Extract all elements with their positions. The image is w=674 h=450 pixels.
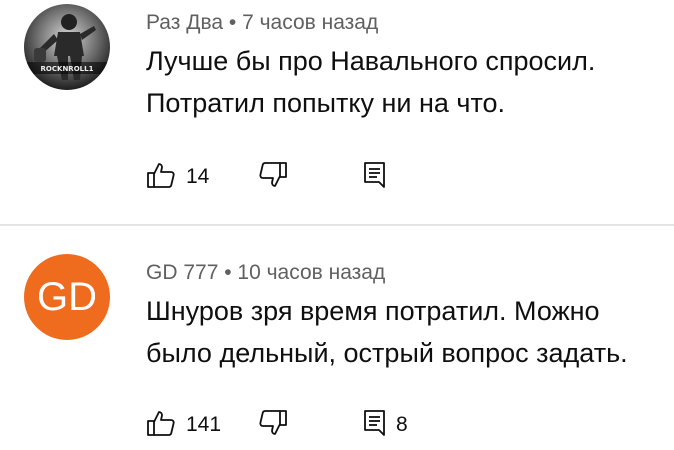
meta-separator: • bbox=[224, 261, 232, 284]
author-name[interactable]: Раз Два bbox=[146, 11, 223, 34]
comment-meta: Раз Два • 7 часов назад bbox=[146, 11, 378, 35]
like-count: 141 bbox=[186, 413, 222, 436]
author-name[interactable]: GD 777 bbox=[146, 261, 218, 284]
comment-time[interactable]: 10 часов назад bbox=[237, 261, 385, 284]
thumb-down-icon[interactable] bbox=[258, 160, 288, 190]
thumb-up-icon[interactable] bbox=[146, 408, 176, 438]
avatar-image: ROCKNROLL1 bbox=[24, 4, 110, 90]
avatar-initials: GD bbox=[37, 274, 97, 319]
comment-icon[interactable] bbox=[360, 408, 390, 438]
like-count: 14 bbox=[186, 165, 210, 188]
reply-count[interactable]: 8 bbox=[396, 413, 408, 437]
avatar[interactable]: GD bbox=[24, 254, 110, 340]
comment-text: Шнуров зря время потратил. Можно было де… bbox=[146, 296, 628, 368]
svg-text:ROCKNROLL1: ROCKNROLL1 bbox=[41, 65, 94, 73]
comment-item: GD GD 777 • 10 часов назад Шнуров зря вр… bbox=[0, 226, 674, 450]
comment-icon[interactable] bbox=[360, 160, 390, 190]
avatar[interactable]: ROCKNROLL1 bbox=[24, 4, 110, 90]
thumb-down-icon[interactable] bbox=[258, 408, 288, 438]
comment-text: Лучше бы про Навального спросил. Потрати… bbox=[146, 46, 596, 118]
thumb-up-icon[interactable] bbox=[146, 160, 176, 190]
comment-item: ROCKNROLL1 Раз Два • 7 часов назад Лучше… bbox=[0, 0, 674, 225]
meta-separator: • bbox=[228, 11, 237, 34]
comment-meta: GD 777 • 10 часов назад bbox=[146, 261, 385, 285]
comment-time[interactable]: 7 часов назад bbox=[242, 11, 378, 34]
